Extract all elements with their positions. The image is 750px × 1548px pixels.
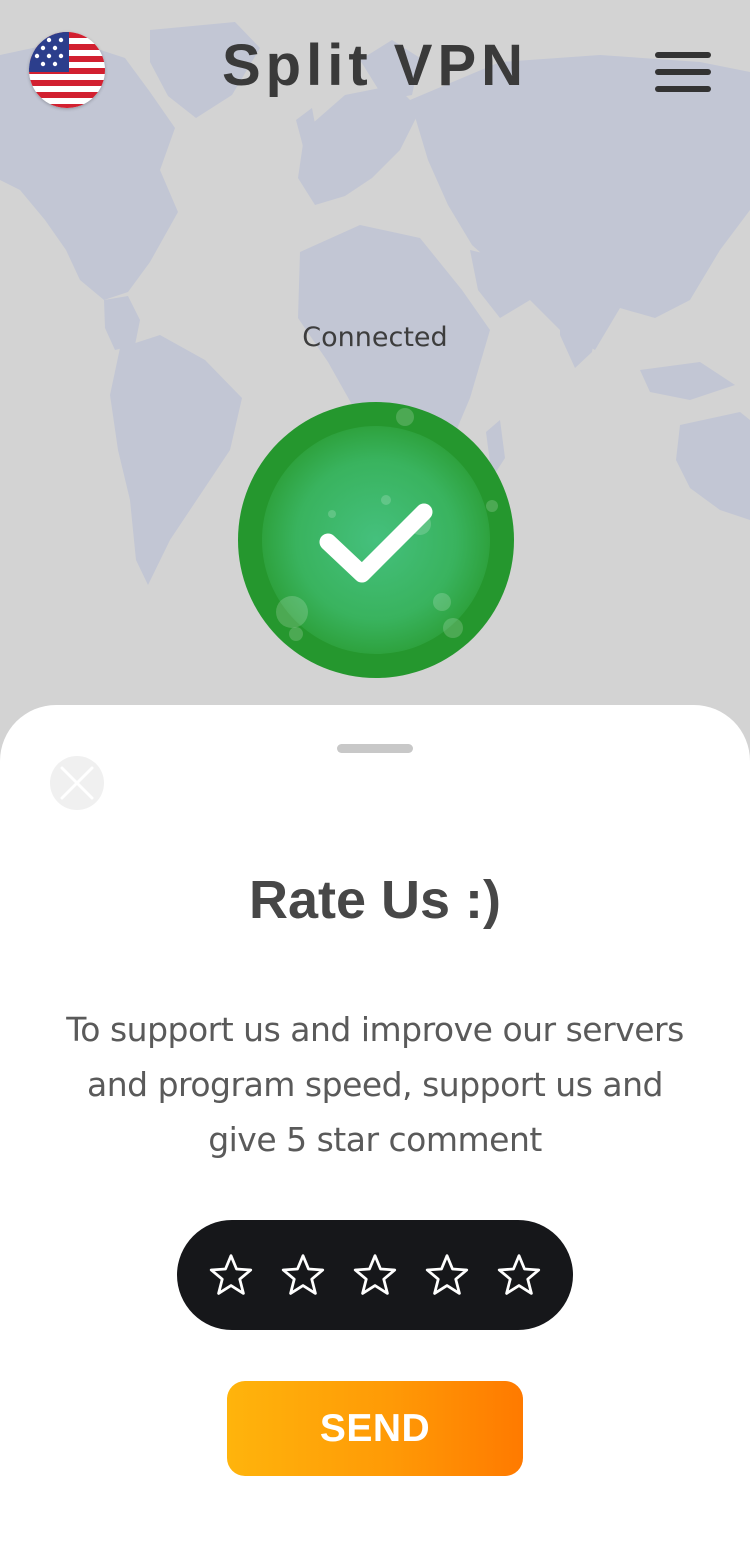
app-title: Split VPN: [221, 33, 529, 98]
close-icon: [60, 766, 94, 800]
connect-button-graphic: [238, 402, 514, 678]
rate-us-title: Rate Us :): [248, 870, 502, 930]
star-outline-icon[interactable]: [352, 1252, 398, 1298]
rate-us-sheet: Rate Us :) To support us and improve our…: [0, 705, 750, 1548]
star-outline-icon[interactable]: [280, 1252, 326, 1298]
menu-line: [655, 69, 711, 75]
send-button[interactable]: SEND: [227, 1381, 523, 1476]
star-outline-icon[interactable]: [424, 1252, 470, 1298]
star-rating: [177, 1220, 573, 1330]
app-screen: Split VPN Connected Rate Us:) To suppor…: [0, 0, 750, 1548]
close-button[interactable]: [50, 756, 104, 810]
rate-us-description: To support us and improve our servers an…: [66, 1010, 684, 1159]
star-outline-icon[interactable]: [208, 1252, 254, 1298]
connect-button[interactable]: [238, 402, 514, 678]
menu-line: [655, 86, 711, 92]
sheet-drag-handle[interactable]: [337, 744, 413, 753]
connection-status: Connected: [302, 322, 448, 353]
hamburger-menu-icon[interactable]: [652, 50, 714, 94]
star-outline-icon[interactable]: [496, 1252, 542, 1298]
menu-line: [655, 52, 711, 58]
